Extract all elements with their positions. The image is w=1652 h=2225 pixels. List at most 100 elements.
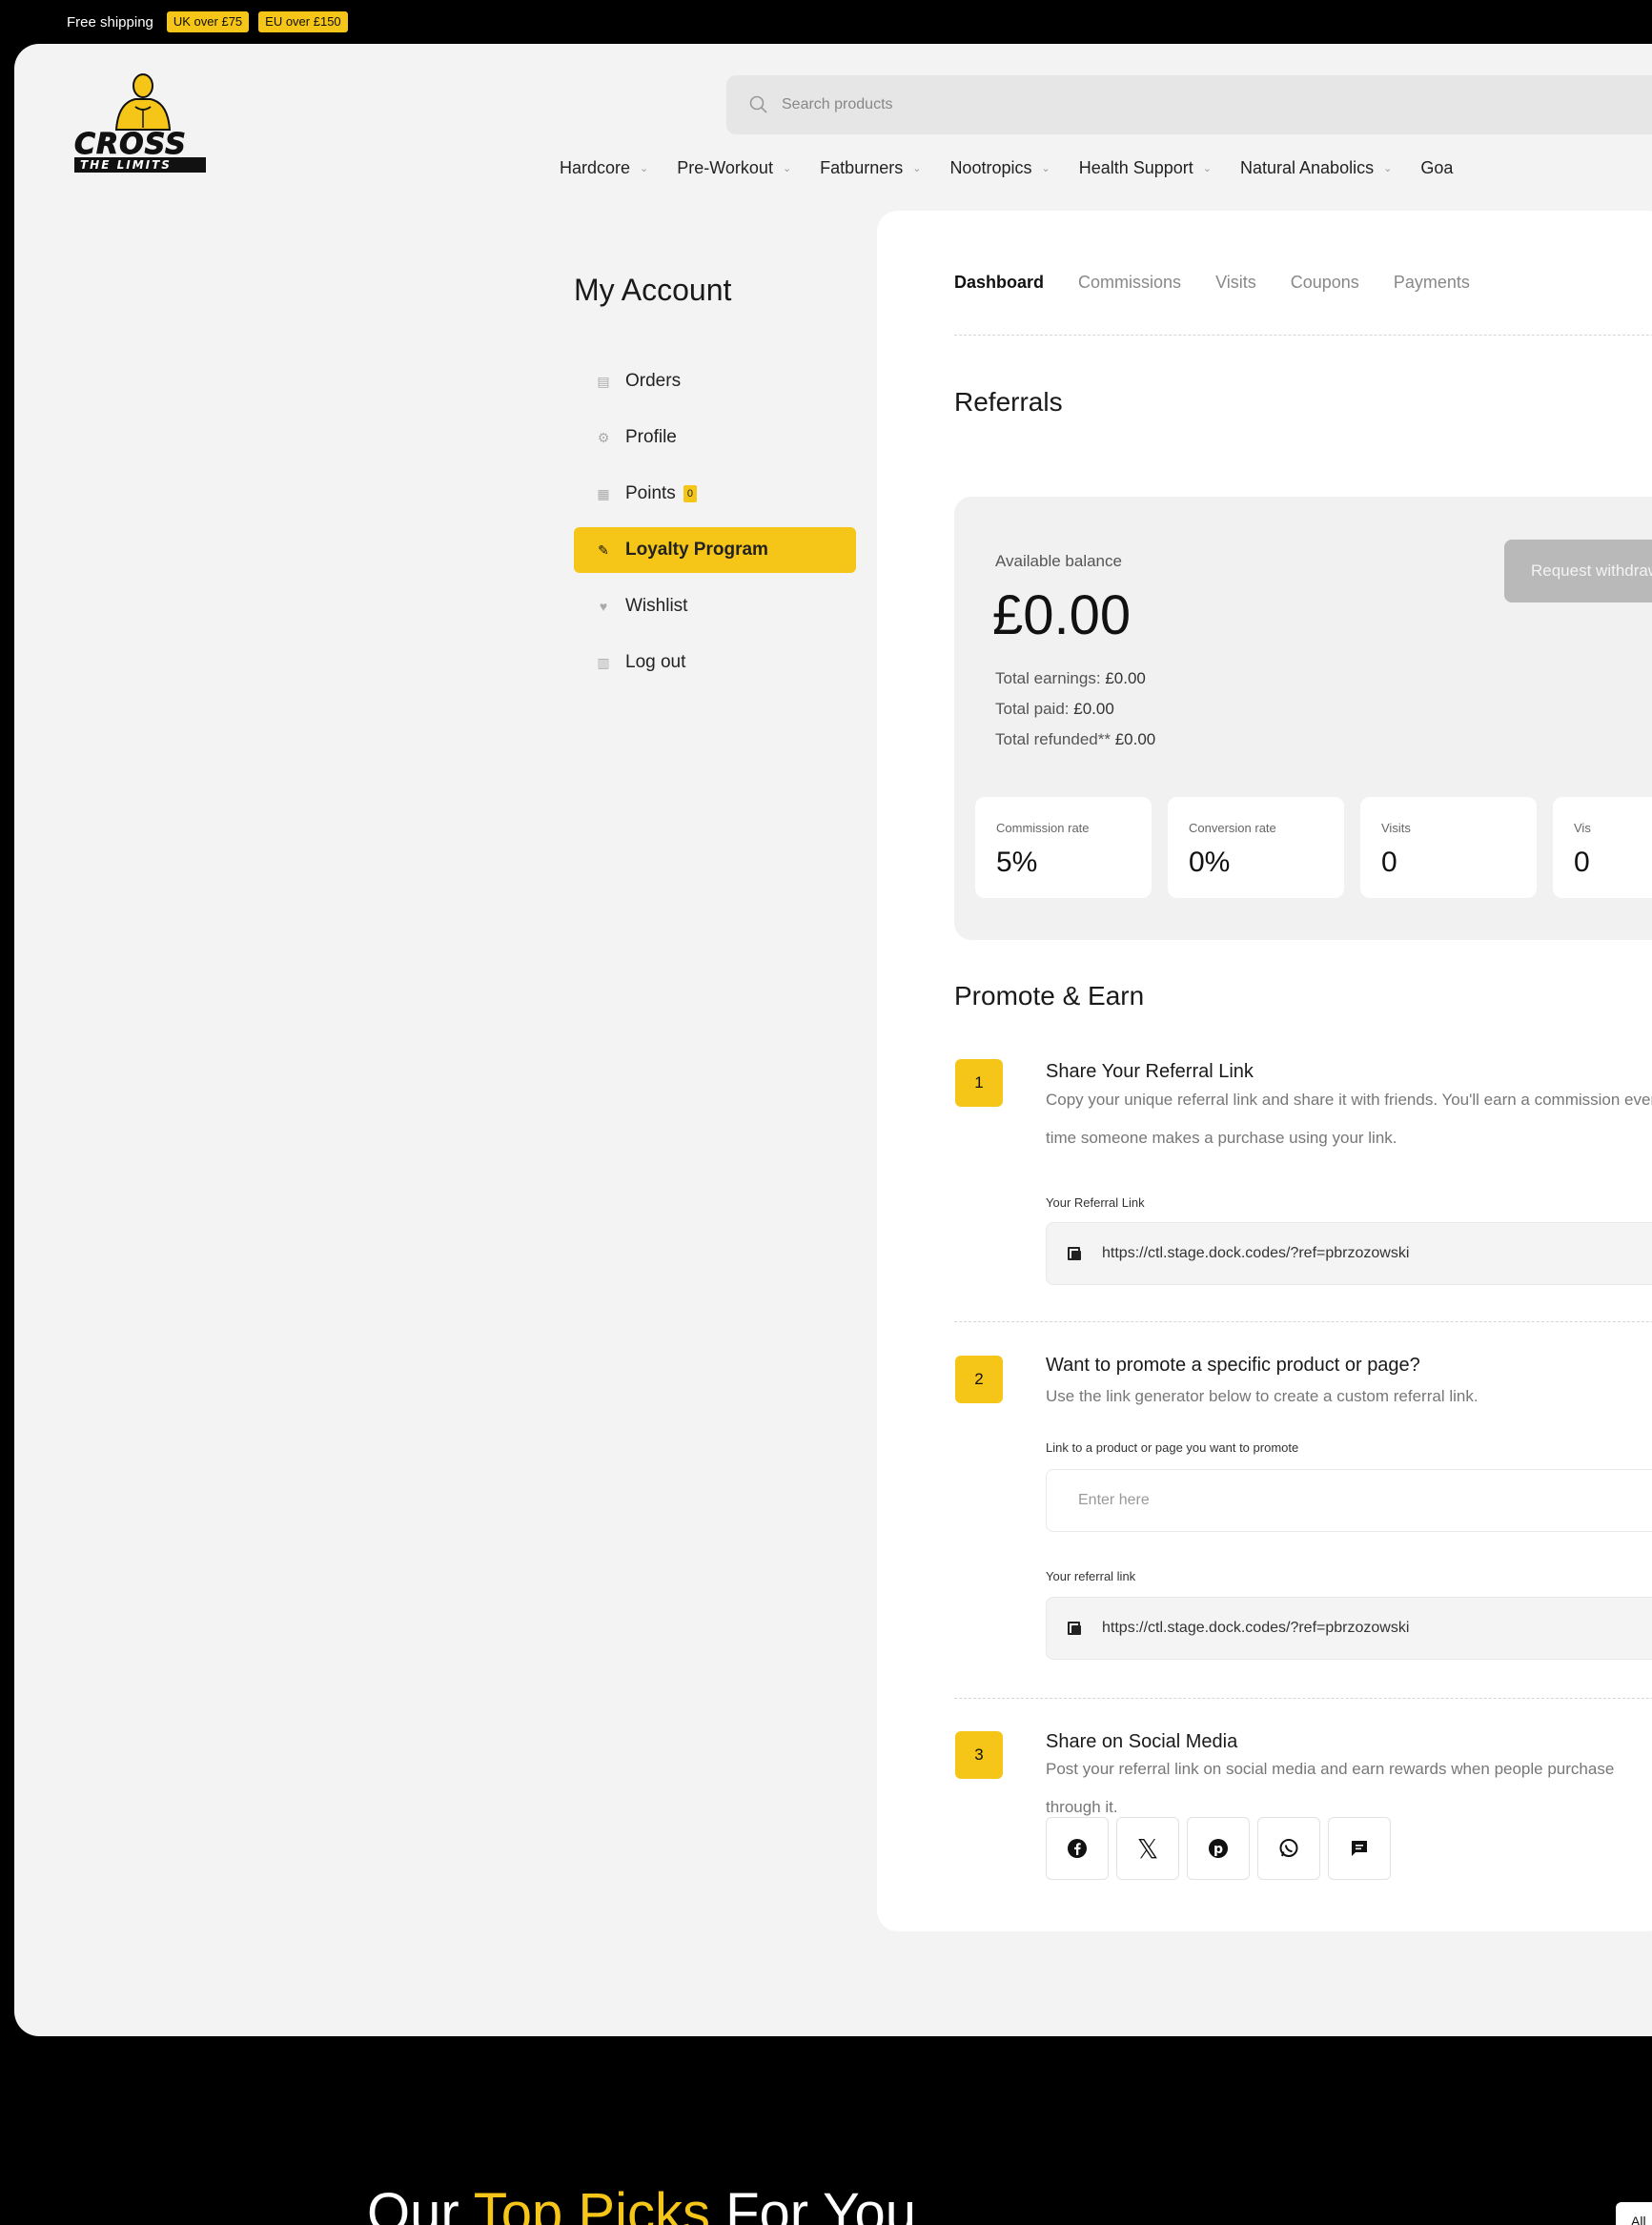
search-icon [749,95,767,113]
points-badge: 0 [683,485,697,502]
promote-link-input-label: Link to a product or page you want to pr… [1046,1440,1299,1455]
copy-icon[interactable] [1068,1622,1081,1635]
sidebar-item-label: Points [625,483,676,503]
sidebar-item-points[interactable]: ▦ Points 0 [574,471,856,517]
tabs-divider [954,335,1652,336]
uk-shipping-badge: UK over £75 [166,11,250,32]
lock-icon: ▥ [597,654,610,670]
nav-nootropics[interactable]: Nootropics ⌄ [949,158,1050,178]
step-2-number: 2 [955,1356,1003,1403]
referrals-heading: Referrals [954,387,1063,417]
stat-label: Commission rate [996,821,1090,835]
nav-health-support[interactable]: Health Support ⌄ [1079,158,1212,178]
chevron-down-icon: ⌄ [912,163,922,174]
top-promo-bar: Free shipping UK over £75 EU over £150 [0,0,1652,44]
tab-label: Dashboard [954,273,1045,292]
category-nav: Hardcore ⌄ Pre-Workout ⌄ Fatburners ⌄ Nootr… [560,158,1453,178]
sidebar-item-wishlist[interactable]: ♥ Wishlist [574,583,856,629]
stat-value: 0 [1574,847,1590,878]
available-balance-label: Available balance [995,552,1122,570]
total-earnings-label: Total earnings: [995,669,1101,687]
logo-line1: CROSS [74,128,187,162]
referral-link-field[interactable]: https://ctl.stage.dock.codes/?ref=pbrzoz… [1046,1222,1652,1285]
nav-label: Fatburners [820,158,904,177]
top-picks-heading: Our Top Picks For You [367,2181,916,2225]
nav-pre-workout[interactable]: Pre-Workout ⌄ [677,158,791,178]
all-products-button[interactable]: All [1616,2202,1652,2225]
whatsapp-icon[interactable] [1257,1817,1320,1880]
facebook-icon[interactable] [1046,1817,1109,1880]
step-3-number: 3 [955,1731,1003,1779]
account-title: My Account [574,273,732,307]
tab-commissions[interactable]: Commissions [1078,273,1181,293]
nav-label: Pre-Workout [677,158,773,177]
brand-logo[interactable]: CROSS THE LIMITS [67,72,257,196]
promote-link-input[interactable]: Enter here [1046,1469,1652,1532]
total-refunded-label: Total refunded** [995,730,1111,748]
step-2-title: Want to promote a specific product or pa… [1046,1355,1420,1376]
referral-link-label: Your Referral Link [1046,1195,1145,1210]
sidebar-item-label: Log out [625,652,686,672]
total-paid-row: Total paid: £0.00 [995,694,1155,725]
pinterest-icon[interactable]: p [1187,1817,1250,1880]
message-icon[interactable] [1328,1817,1391,1880]
copy-icon[interactable] [1068,1247,1081,1260]
picks-highlight: Top Picks [473,2182,710,2225]
tab-coupons[interactable]: Coupons [1291,273,1359,293]
heart-icon: ♥ [599,599,608,614]
tab-payments[interactable]: Payments [1394,273,1470,293]
stat-visitors: Vis 0 [1553,797,1652,898]
sidebar-item-logout[interactable]: ▥ Log out [574,640,856,685]
balance-totals: Total earnings: £0.00 Total paid: £0.00 … [995,663,1155,755]
search-box[interactable]: Search products [726,75,1652,134]
step-1-description: Copy your unique referral link and share… [1046,1091,1652,1147]
nav-label: Hardcore [560,158,631,177]
stat-visits: Visits 0 [1360,797,1537,898]
sidebar-item-profile[interactable]: ⚙ Profile [574,415,856,460]
page-frame: CROSS THE LIMITS Search products Hardcor… [14,44,1652,2036]
stat-commission-rate: Commission rate 5% [975,797,1152,898]
eu-shipping-badge: EU over £150 [258,11,348,32]
x-icon[interactable]: 𝕏 [1116,1817,1179,1880]
picks-text: For You [709,2182,917,2225]
step-divider [954,1321,1652,1322]
sidebar-item-loyalty-program[interactable]: ✎ Loyalty Program [574,527,856,573]
total-paid-value: £0.00 [1073,700,1114,718]
nav-natural-anabolics[interactable]: Natural Anabolics ⌄ [1240,158,1392,178]
sidebar-item-label: Orders [625,371,682,391]
sidebar-item-label: Wishlist [625,596,688,616]
chevron-down-icon: ⌄ [1383,163,1393,174]
promote-heading: Promote & Earn [954,981,1145,1010]
available-balance-amount: £0.00 [992,584,1132,646]
stat-value: 0 [1381,847,1397,878]
custom-referral-link-value: https://ctl.stage.dock.codes/?ref=pbrzoz… [1102,1620,1410,1636]
nav-fatburners[interactable]: Fatburners ⌄ [820,158,921,178]
step-1-number: 1 [955,1059,1003,1107]
tab-dashboard[interactable]: Dashboard [954,273,1045,293]
sidebar-item-label: Loyalty Program [625,540,768,560]
total-paid-label: Total paid: [995,700,1070,718]
dashboard-tabs: Dashboard Commissions Visits Coupons Pay… [954,273,1470,293]
custom-referral-link-field[interactable]: https://ctl.stage.dock.codes/?ref=pbrzoz… [1046,1597,1652,1660]
list-icon: ▤ [597,373,610,389]
balance-panel: Available balance £0.00 Request withdraw… [954,497,1652,940]
search-placeholder: Search products [782,96,893,112]
tab-visits[interactable]: Visits [1215,273,1256,293]
sidebar-item-orders[interactable]: ▤ Orders [574,358,856,404]
chevron-down-icon: ⌄ [782,163,792,174]
stat-label: Conversion rate [1189,821,1276,835]
svg-text:p: p [1214,1842,1223,1857]
mascot-icon [114,73,172,131]
total-refunded-row: Total refunded** £0.00 [995,725,1155,755]
nav-goals[interactable]: Goa [1420,158,1453,178]
nav-label: Nootropics [949,158,1032,177]
nav-label: Goa [1420,158,1454,177]
shipping-label: Free shipping [67,13,153,31]
gift-icon: ▦ [597,485,610,501]
step-divider [954,1698,1652,1699]
referral-link-value: https://ctl.stage.dock.codes/?ref=pbrzoz… [1102,1245,1410,1261]
nav-label: Health Support [1078,158,1193,177]
request-withdrawal-button[interactable]: Request withdrawal [1504,540,1652,602]
picks-text: Our [367,2182,474,2225]
nav-hardcore[interactable]: Hardcore ⌄ [560,158,648,178]
